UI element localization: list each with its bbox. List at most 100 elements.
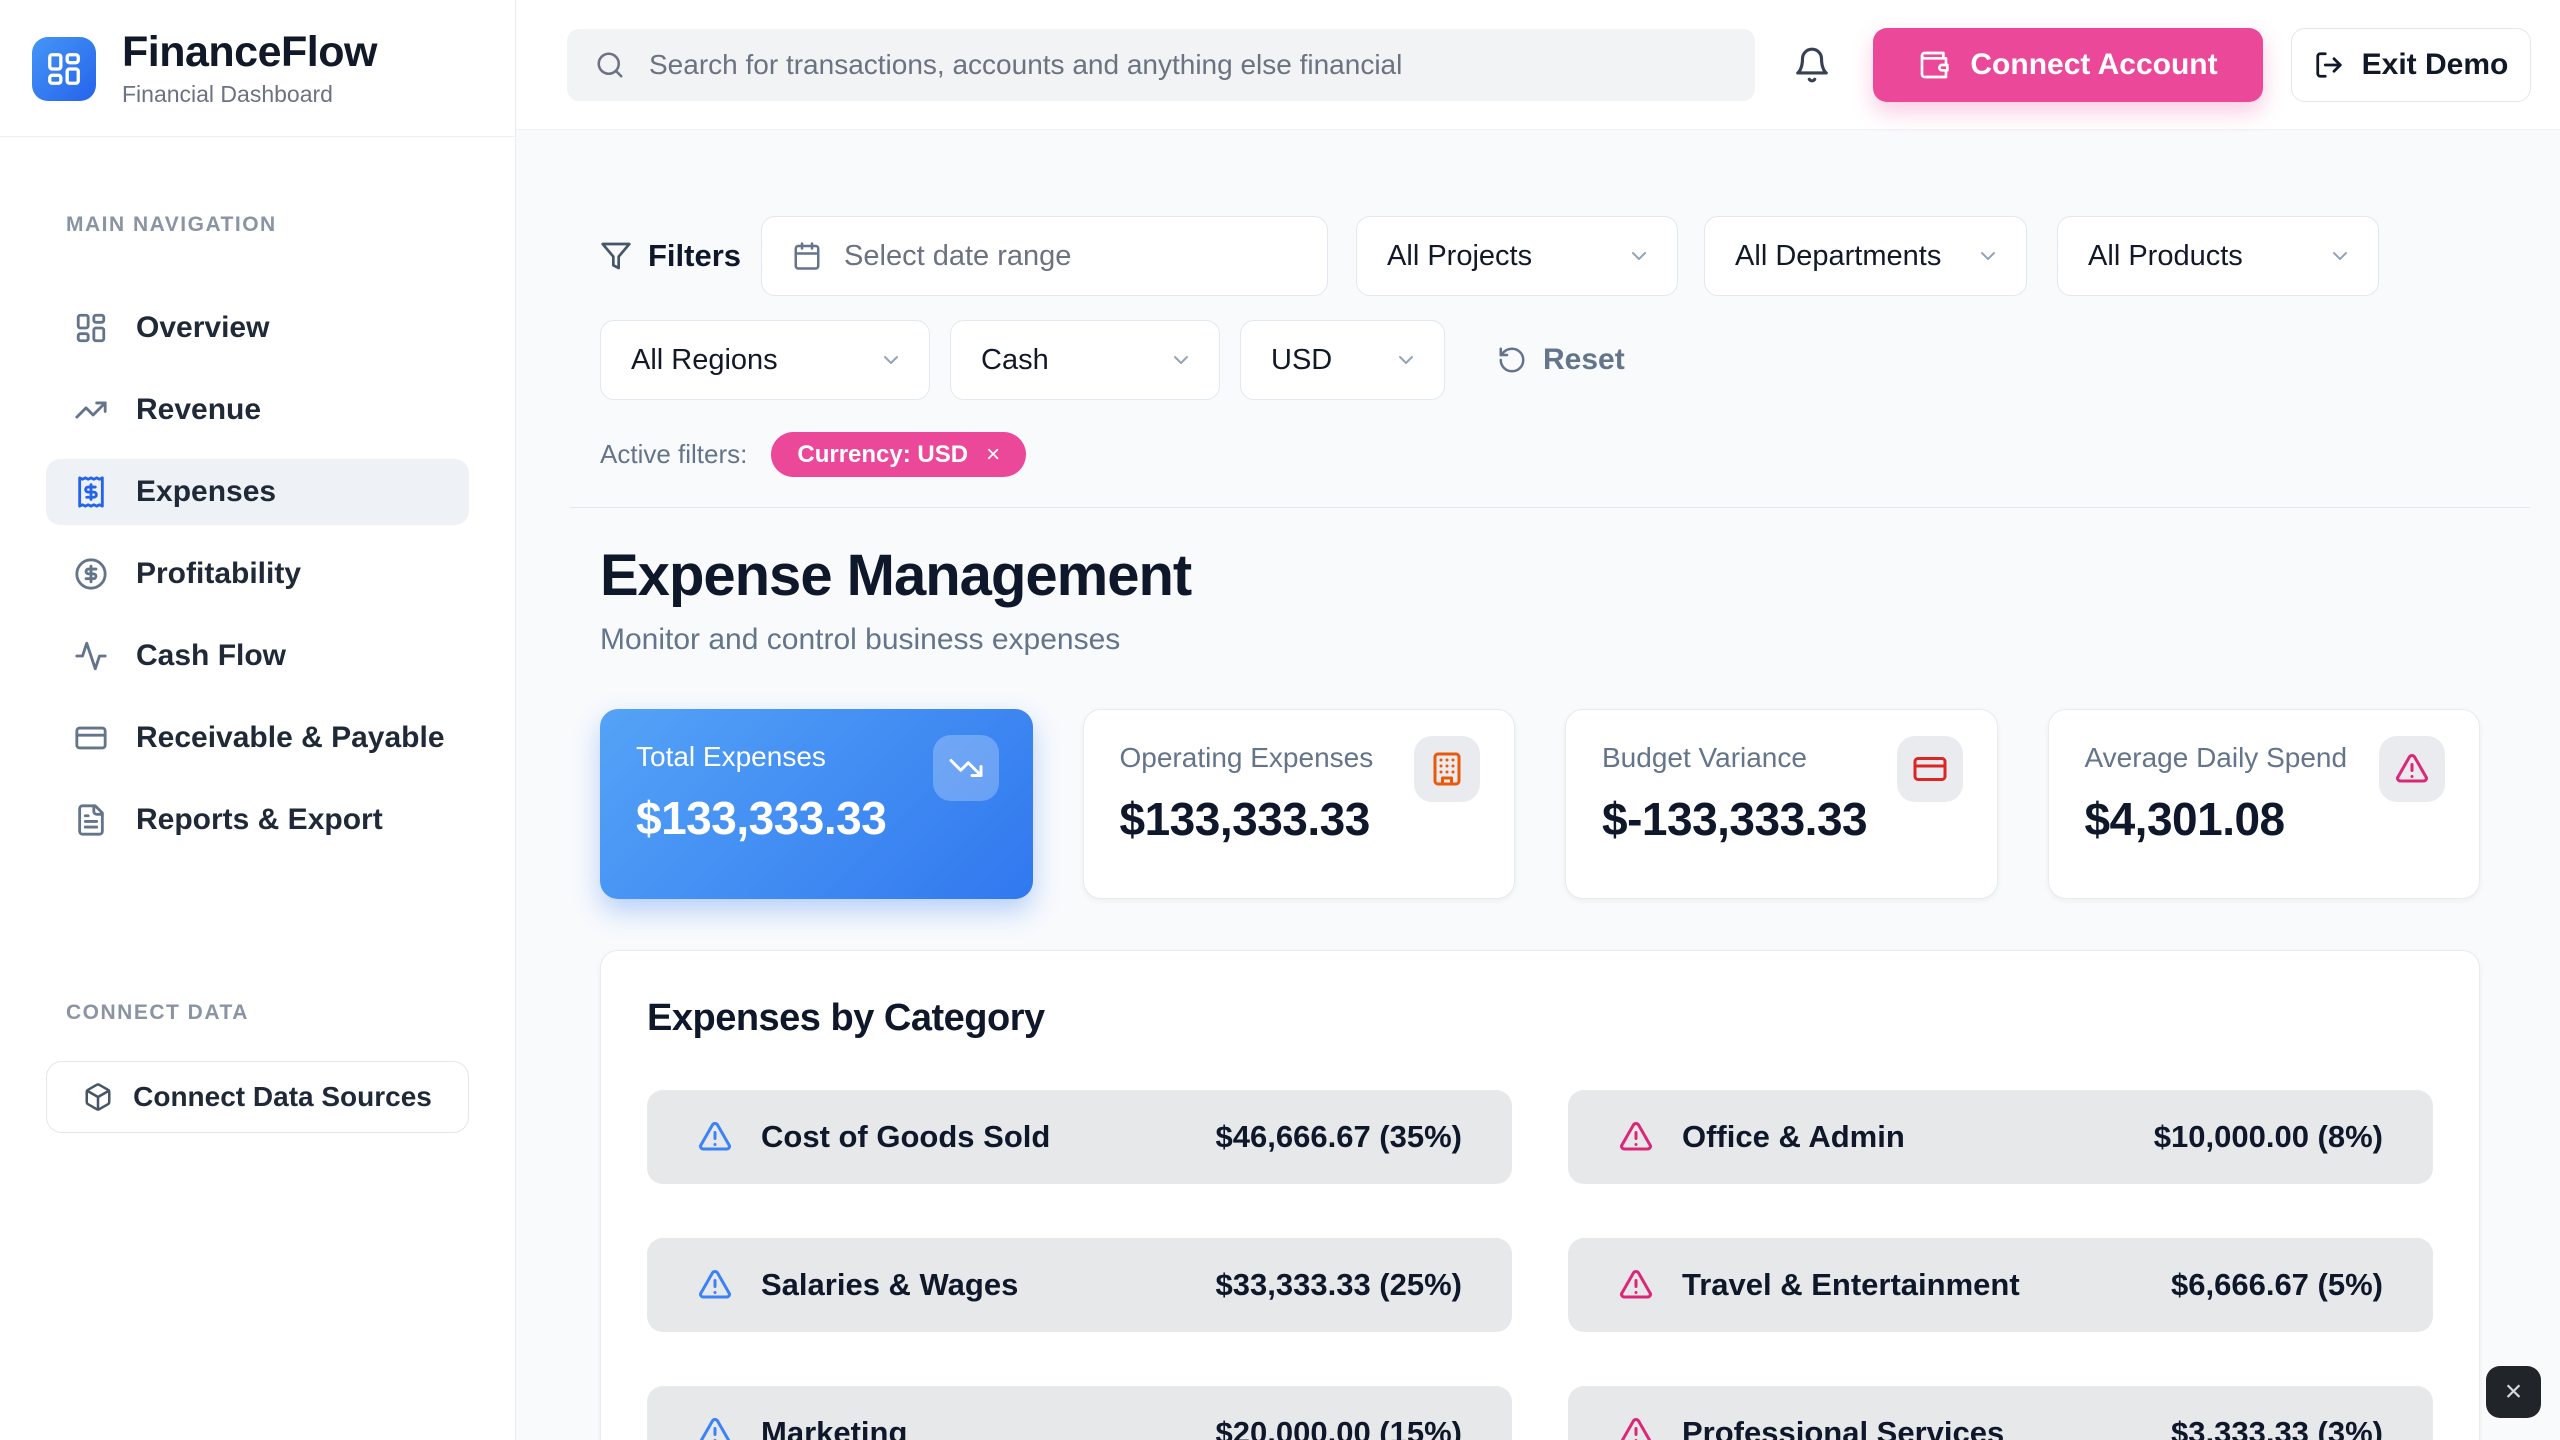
products-select[interactable]: All Products — [2057, 216, 2379, 296]
sidebar-item-expenses[interactable]: Expenses — [46, 459, 469, 525]
regions-select-value: All Regions — [631, 344, 778, 377]
category-value: $10,000.00 (8%) — [2154, 1119, 2383, 1155]
calendar-icon — [792, 241, 822, 271]
sidebar-item-reports-export[interactable]: Reports & Export — [46, 787, 469, 853]
exit-demo-button[interactable]: Exit Demo — [2291, 28, 2531, 102]
sidebar-item-overview[interactable]: Overview — [46, 295, 469, 361]
trending-down-icon — [948, 750, 984, 786]
chevron-down-icon — [1976, 244, 2000, 268]
brand: FinanceFlow Financial Dashboard — [0, 0, 515, 137]
average-daily-spend-card[interactable]: Average Daily Spend $4,301.08 — [2048, 709, 2481, 899]
category-value: $46,666.67 (35%) — [1216, 1119, 1462, 1155]
category-row-professional-services[interactable]: Professional Services $3,333.33 (3%) — [1568, 1386, 2433, 1440]
category-name: Professional Services — [1682, 1415, 2004, 1440]
connect-account-button[interactable]: Connect Account — [1873, 28, 2263, 102]
category-name: Travel & Entertainment — [1682, 1267, 2020, 1303]
chip-close-icon[interactable]: × — [986, 441, 1000, 469]
budget-variance-card[interactable]: Budget Variance $-133,333.33 — [1565, 709, 1998, 899]
category-row-marketing[interactable]: Marketing $20,000.00 (15%) — [647, 1386, 1512, 1440]
reset-label: Reset — [1543, 343, 1625, 377]
sidebar-item-label: Overview — [136, 311, 269, 345]
category-row-salaries-wages[interactable]: Salaries & Wages $33,333.33 (25%) — [647, 1238, 1512, 1332]
sidebar-item-label: Cash Flow — [136, 639, 286, 673]
chevron-down-icon — [2328, 244, 2352, 268]
projects-select[interactable]: All Projects — [1356, 216, 1678, 296]
payment-method-select-value: Cash — [981, 344, 1049, 377]
section-divider — [570, 507, 2530, 508]
payment-method-select[interactable]: Cash — [950, 320, 1220, 400]
summary-cards: Total Expenses $133,333.33 Operating Exp… — [600, 709, 2480, 899]
total-expenses-card[interactable]: Total Expenses $133,333.33 — [600, 709, 1033, 899]
category-value: $20,000.00 (15%) — [1216, 1415, 1462, 1440]
brand-text: FinanceFlow Financial Dashboard — [122, 30, 377, 108]
category-value: $33,333.33 (25%) — [1216, 1267, 1462, 1303]
app-title: FinanceFlow — [122, 30, 377, 75]
app-tagline: Financial Dashboard — [122, 81, 377, 108]
active-filters-label: Active filters: — [600, 439, 747, 470]
circle-dollar-icon — [74, 557, 108, 591]
projects-select-value: All Projects — [1387, 240, 1532, 273]
alert-triangle-icon — [697, 1267, 733, 1303]
category-grid: Cost of Goods Sold $46,666.67 (35%) Offi… — [647, 1090, 2433, 1440]
regions-select[interactable]: All Regions — [600, 320, 930, 400]
sidebar-item-label: Receivable & Payable — [136, 721, 445, 755]
reset-filters-button[interactable]: Reset — [1497, 343, 1625, 377]
products-select-value: All Products — [2088, 240, 2243, 273]
layout-dashboard-icon — [74, 311, 108, 345]
category-row-travel-entertainment[interactable]: Travel & Entertainment $6,666.67 (5%) — [1568, 1238, 2433, 1332]
connect-account-label: Connect Account — [1970, 48, 2217, 82]
card-icon-tile — [933, 735, 999, 801]
alert-triangle-icon — [697, 1119, 733, 1155]
alert-triangle-icon — [1618, 1415, 1654, 1440]
sidebar-item-cash-flow[interactable]: Cash Flow — [46, 623, 469, 689]
page-subtitle: Monitor and control business expenses — [600, 623, 2480, 657]
sidebar-item-label: Profitability — [136, 557, 301, 591]
chevron-down-icon — [1394, 348, 1418, 372]
search-box[interactable] — [567, 29, 1755, 101]
app-root: FinanceFlow Financial Dashboard MAIN NAV… — [0, 0, 2560, 1440]
sidebar-item-profitability[interactable]: Profitability — [46, 541, 469, 607]
category-value: $3,333.33 (3%) — [2171, 1415, 2383, 1440]
category-row-office-admin[interactable]: Office & Admin $10,000.00 (8%) — [1568, 1090, 2433, 1184]
search-input[interactable] — [647, 48, 1727, 82]
sidebar-item-revenue[interactable]: Revenue — [46, 377, 469, 443]
package-icon — [83, 1082, 113, 1112]
topbar: Connect Account Exit Demo — [516, 0, 2560, 130]
filters-title: Filters — [600, 238, 741, 274]
category-value: $6,666.67 (5%) — [2171, 1267, 2383, 1303]
nav-section-heading: MAIN NAVIGATION — [66, 213, 515, 237]
filters-label: Filters — [648, 238, 741, 274]
currency-select-value: USD — [1271, 344, 1332, 377]
page-title: Expense Management — [600, 546, 2480, 607]
alert-triangle-icon — [1618, 1119, 1654, 1155]
app-logo-icon — [32, 37, 96, 101]
floating-close-button[interactable]: × — [2486, 1366, 2541, 1418]
sidebar-item-label: Revenue — [136, 393, 261, 427]
alert-triangle-icon — [697, 1415, 733, 1440]
notifications-bell-icon[interactable] — [1793, 46, 1831, 84]
activity-icon — [74, 639, 108, 673]
log-out-icon — [2314, 50, 2344, 80]
currency-select[interactable]: USD — [1240, 320, 1445, 400]
connect-data-heading: CONNECT DATA — [66, 1001, 515, 1025]
sidebar-item-label: Reports & Export — [136, 803, 383, 837]
operating-expenses-card[interactable]: Operating Expenses $133,333.33 — [1083, 709, 1516, 899]
alert-triangle-icon — [1618, 1267, 1654, 1303]
rotate-ccw-icon — [1497, 345, 1527, 375]
category-row-cost-of-goods-sold[interactable]: Cost of Goods Sold $46,666.67 (35%) — [647, 1090, 1512, 1184]
connect-data-sources-button[interactable]: Connect Data Sources — [46, 1061, 469, 1133]
sidebar: FinanceFlow Financial Dashboard MAIN NAV… — [0, 0, 516, 1440]
date-range-picker[interactable]: Select date range — [761, 216, 1328, 296]
card-icon-tile — [1414, 736, 1480, 802]
wallet-icon — [1918, 49, 1950, 81]
funnel-icon — [600, 240, 632, 272]
active-filter-chip[interactable]: Currency: USD × — [771, 432, 1026, 477]
section-title: Expenses by Category — [647, 997, 2433, 1040]
departments-select[interactable]: All Departments — [1704, 216, 2027, 296]
chevron-down-icon — [879, 348, 903, 372]
trending-up-icon — [74, 393, 108, 427]
file-text-icon — [74, 803, 108, 837]
building-icon — [1429, 751, 1465, 787]
category-name: Marketing — [761, 1415, 907, 1440]
sidebar-item-receivable-payable[interactable]: Receivable & Payable — [46, 705, 469, 771]
